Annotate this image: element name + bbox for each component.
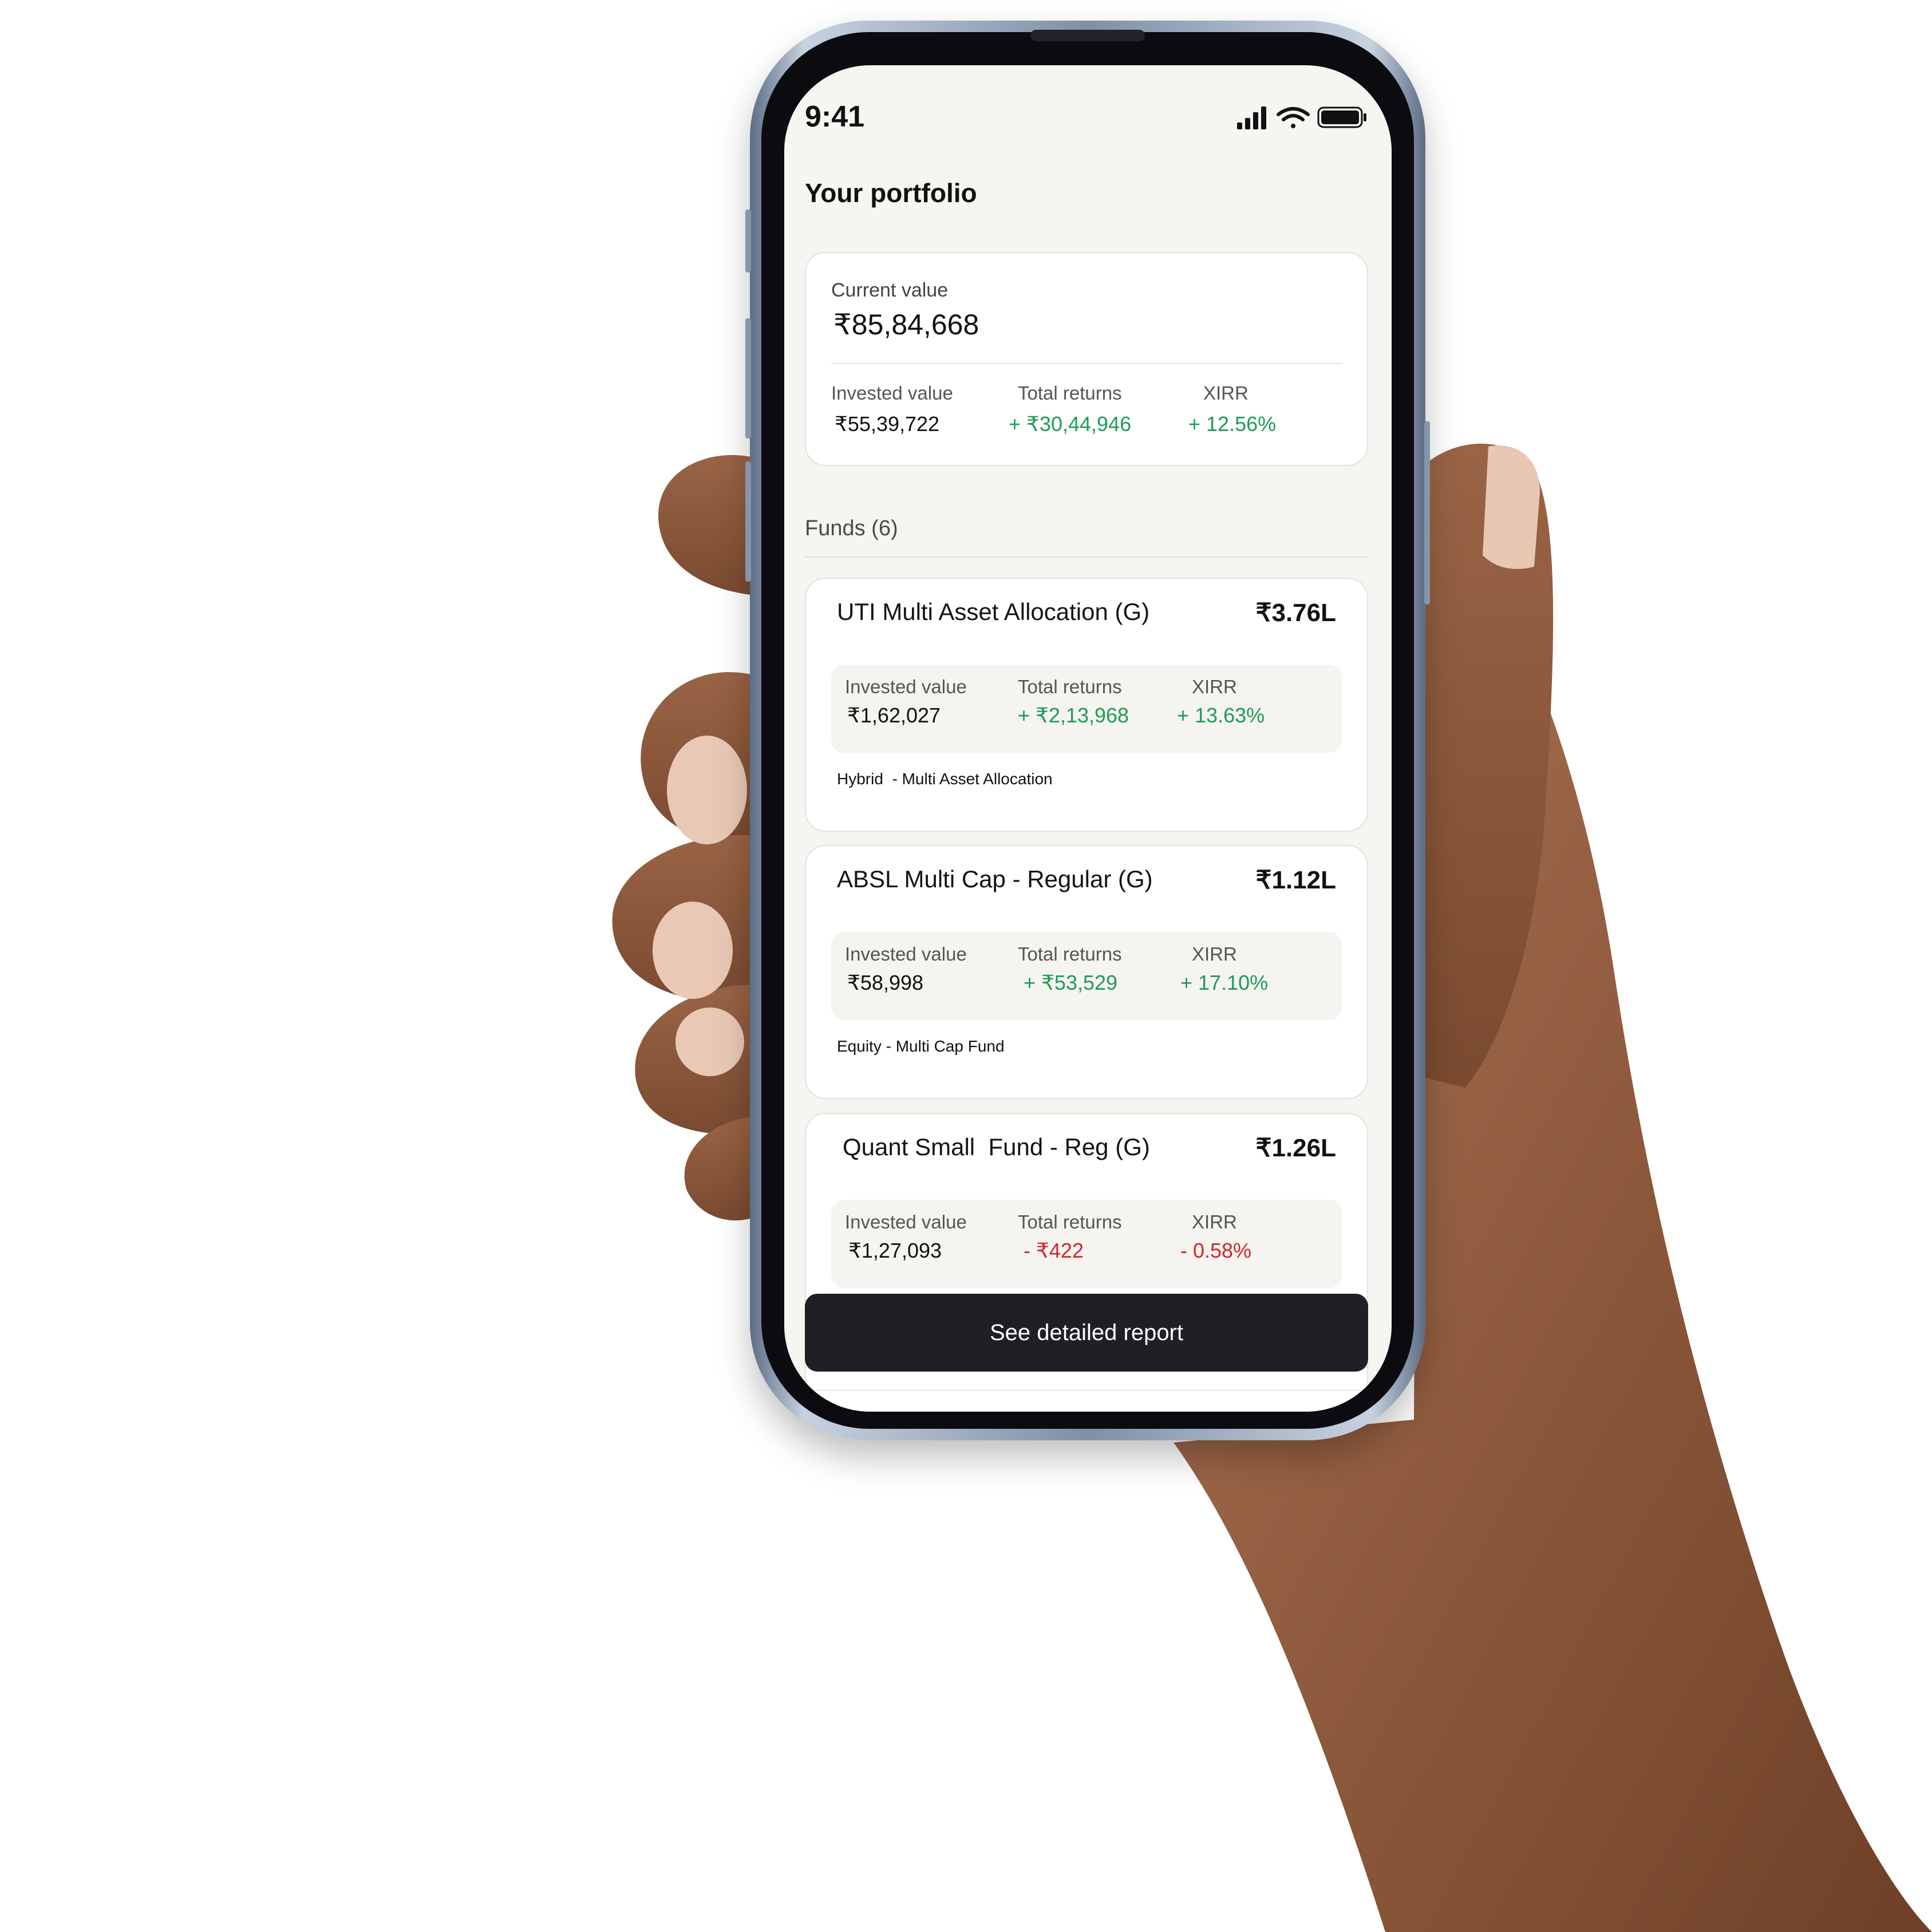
invested-value: ₹1,27,093 xyxy=(848,1239,942,1262)
xirr-label: XIRR xyxy=(1192,1211,1237,1232)
bottom-sheet xyxy=(784,1390,1392,1412)
xirr-value: + 17.10% xyxy=(1180,971,1269,994)
battery-icon xyxy=(1317,106,1366,128)
volume-down-button xyxy=(745,461,751,582)
current-value-label: Current value xyxy=(831,279,949,301)
total-returns-label: Total returns xyxy=(1018,676,1122,697)
invested-value-label: Invested value xyxy=(831,382,953,404)
page-title: Your portfolio xyxy=(805,178,977,208)
app-screen: 9:41 Your portfolio Current value ₹85,84… xyxy=(784,65,1392,1412)
fund-metrics-panel: Invested value ₹1,62,027 Total returns +… xyxy=(831,665,1342,753)
power-button xyxy=(1424,421,1430,605)
see-detailed-report-button[interactable]: See detailed report xyxy=(805,1294,1368,1372)
wifi-icon xyxy=(1277,107,1310,128)
total-returns-value: - ₹422 xyxy=(1024,1239,1084,1262)
invested-value: ₹58,998 xyxy=(847,971,924,994)
fund-metrics-panel: Invested value ₹1,27,093 Total returns -… xyxy=(831,1200,1342,1288)
fund-name: ABSL Multi Cap - Regular (G) xyxy=(837,866,1153,892)
fund-card[interactable]: UTI Multi Asset Allocation (G) ₹3.76L In… xyxy=(805,578,1368,832)
xirr-label: XIRR xyxy=(1192,943,1237,965)
xirr-label: XIRR xyxy=(1192,676,1237,697)
fund-current-value: ₹3.76L xyxy=(1255,599,1336,627)
total-returns-label: Total returns xyxy=(1018,382,1122,404)
speaker-grille xyxy=(1030,30,1145,41)
xirr-value: + 13.63% xyxy=(1177,704,1265,727)
invested-value-label: Invested value xyxy=(845,1211,967,1232)
invested-value: ₹1,62,027 xyxy=(847,704,941,727)
total-returns-value: + ₹2,13,968 xyxy=(1018,704,1129,727)
xirr-label: XIRR xyxy=(1203,382,1249,404)
status-time: 9:41 xyxy=(805,100,865,133)
fund-current-value: ₹1.12L xyxy=(1255,866,1336,894)
fund-category: Equity - Multi Cap Fund xyxy=(837,1037,1005,1055)
total-returns-label: Total returns xyxy=(1018,943,1122,965)
fund-name: UTI Multi Asset Allocation (G) xyxy=(837,598,1150,625)
funds-heading: Funds (6) xyxy=(805,516,898,540)
fund-metrics-panel: Invested value ₹58,998 Total returns + ₹… xyxy=(831,932,1342,1020)
invested-value-label: Invested value xyxy=(845,943,967,965)
see-detailed-report-label: See detailed report xyxy=(989,1319,1183,1345)
status-icons xyxy=(1237,106,1366,129)
fund-current-value: ₹1.26L xyxy=(1255,1134,1336,1162)
total-returns-value: + ₹53,529 xyxy=(1024,971,1118,994)
fund-card[interactable]: ABSL Multi Cap - Regular (G) ₹1.12L Inve… xyxy=(805,845,1368,1099)
portfolio-summary-card[interactable]: Current value ₹85,84,668 Invested value … xyxy=(805,252,1368,466)
total-returns-label: Total returns xyxy=(1018,1211,1122,1232)
xirr-value: - 0.58% xyxy=(1180,1239,1252,1262)
volume-up-button xyxy=(745,318,751,438)
invested-value: ₹55,39,722 xyxy=(835,412,940,436)
total-returns-value: + ₹30,44,946 xyxy=(1009,412,1132,436)
summary-divider xyxy=(831,363,1342,364)
xirr-value: + 12.56% xyxy=(1188,412,1277,436)
signal-icon xyxy=(1237,106,1266,129)
current-value: ₹85,84,668 xyxy=(833,309,979,341)
fund-category: Hybrid - Multi Asset Allocation xyxy=(837,770,1053,788)
funds-divider xyxy=(805,556,1368,558)
action-button xyxy=(745,210,751,272)
invested-value-label: Invested value xyxy=(845,676,967,697)
fund-name: Quant Small Fund - Reg (G) xyxy=(843,1133,1150,1160)
